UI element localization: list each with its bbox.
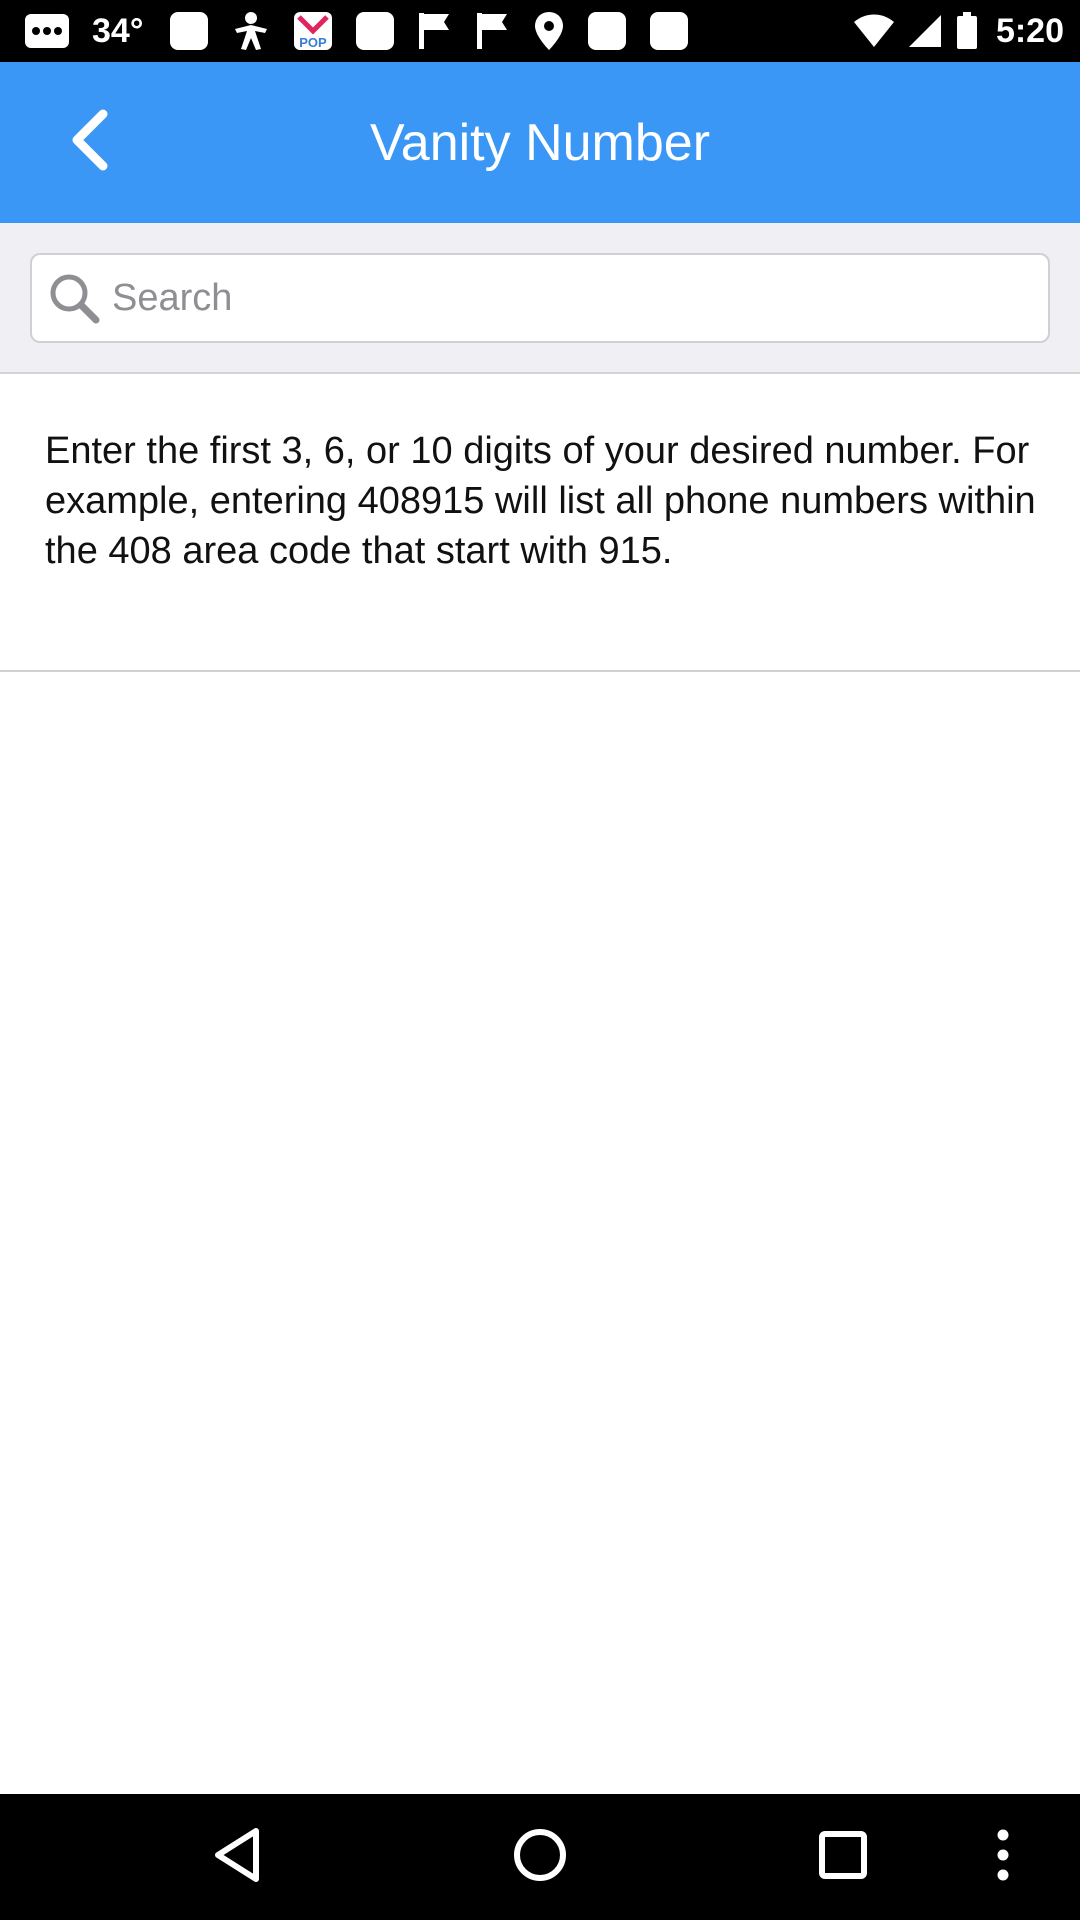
- temperature-label: 34°: [92, 11, 144, 50]
- back-triangle-icon: [212, 1827, 262, 1888]
- nav-home-button[interactable]: [460, 1794, 620, 1920]
- recents-square-icon: [818, 1830, 868, 1885]
- cell-signal-icon: [908, 14, 942, 48]
- status-bar-notifications: 34° POP: [24, 8, 711, 54]
- pop-app-icon: POP: [293, 11, 333, 51]
- location-pin-icon: [533, 11, 565, 51]
- divider: [0, 670, 1080, 672]
- figure-icon: [231, 11, 271, 51]
- navigation-bar: [0, 1794, 1080, 1920]
- flag-icon: [475, 11, 511, 51]
- wifi-icon: [853, 14, 894, 48]
- nav-back-button[interactable]: [157, 1794, 317, 1920]
- main-content: Enter the first 3, 6, or 10 digits of yo…: [0, 374, 1080, 1794]
- square-notification-icon: [355, 11, 395, 51]
- search-icon: [46, 270, 102, 326]
- status-bar-system: 5:20: [853, 8, 1064, 54]
- messages-icon: [24, 13, 70, 49]
- clock: 5:20: [995, 11, 1064, 50]
- chevron-left-icon: [65, 108, 115, 177]
- overflow-menu-icon: [996, 1829, 1010, 1886]
- battery-icon: [956, 12, 978, 50]
- flag-icon: [417, 11, 453, 51]
- page-title: Vanity Number: [369, 113, 711, 172]
- home-circle-icon: [512, 1827, 568, 1888]
- square-notification-icon: [649, 11, 689, 51]
- app-bar: Vanity Number: [0, 62, 1080, 223]
- instructions-text: Enter the first 3, 6, or 10 digits of yo…: [45, 430, 1036, 572]
- search-input[interactable]: [112, 258, 1048, 338]
- nav-recents-button[interactable]: [763, 1794, 923, 1920]
- square-notification-icon: [169, 11, 209, 51]
- back-button[interactable]: [40, 92, 140, 192]
- square-notification-icon: [587, 11, 627, 51]
- overflow-menu-button[interactable]: [948, 1794, 1058, 1920]
- search-box[interactable]: [30, 253, 1050, 343]
- svg-text:POP: POP: [300, 35, 328, 50]
- search-bar-container: [0, 223, 1080, 374]
- status-bar: 34° POP 5:20: [0, 0, 1080, 62]
